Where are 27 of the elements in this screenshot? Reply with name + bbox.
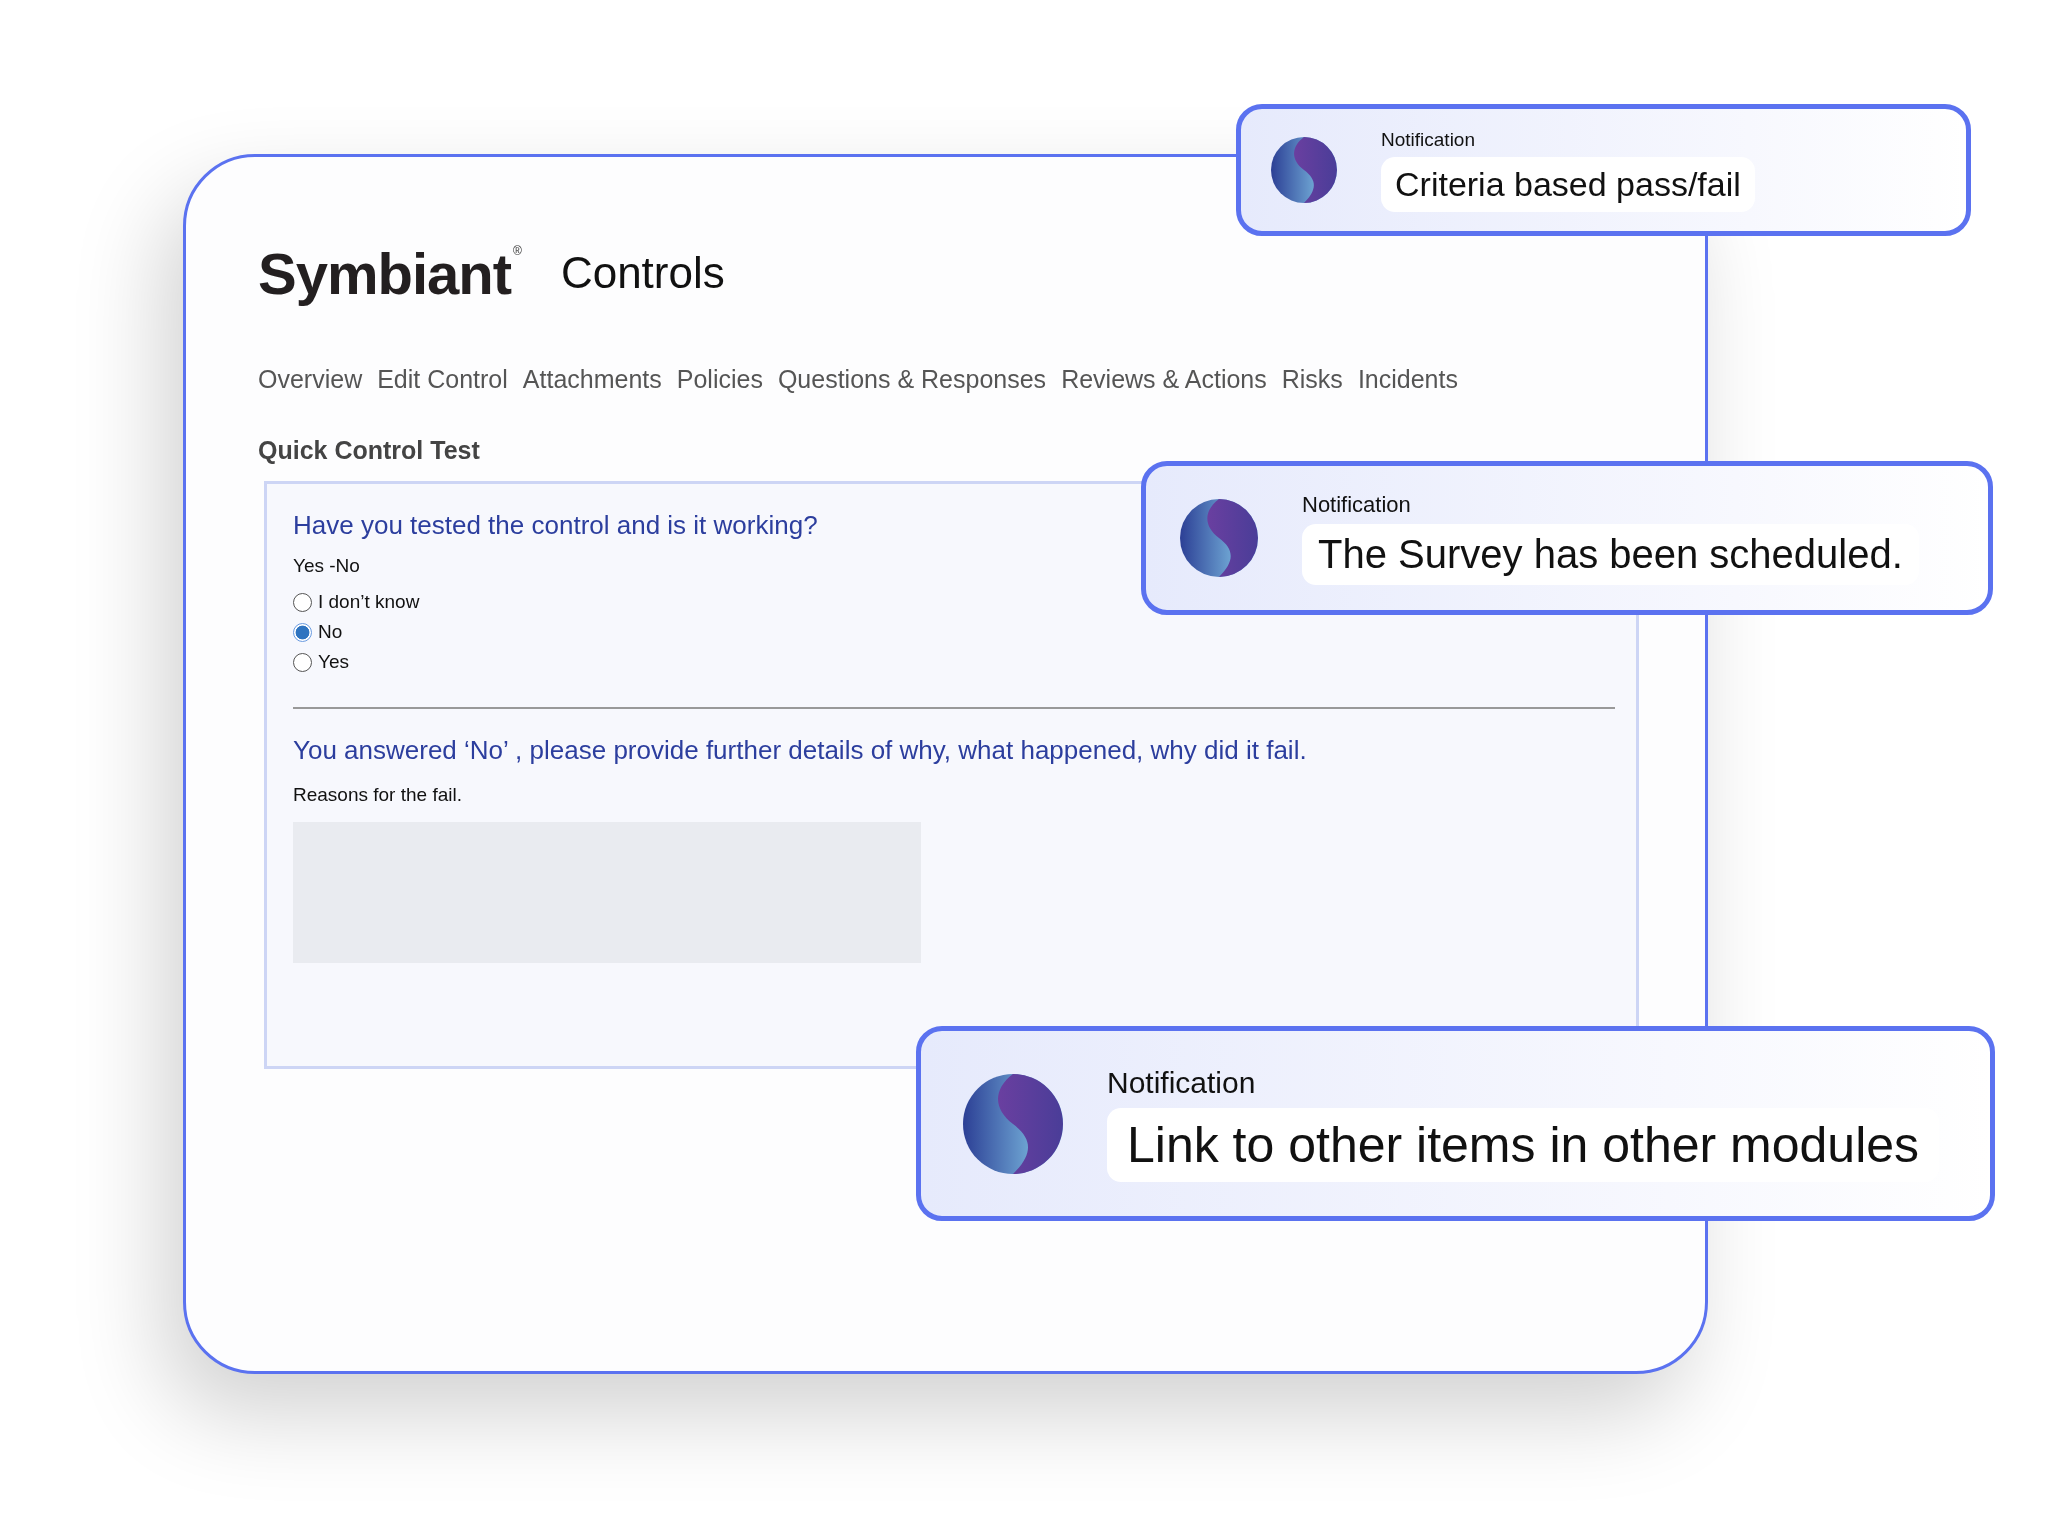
radio-button[interactable] (293, 592, 312, 612)
nav-tab[interactable]: Risks (1281, 365, 1343, 394)
nav-tab[interactable]: Overview (258, 365, 363, 394)
notification-label: Notification (1302, 491, 1412, 518)
nav-tab[interactable]: Policies (676, 365, 763, 394)
field-label: Reasons for the fail. (293, 784, 462, 806)
notification-label: Notification (1107, 1065, 1257, 1100)
question-type-label: Yes -No (293, 555, 360, 577)
radio-button[interactable] (293, 652, 312, 672)
nav-tab[interactable]: Reviews & Actions (1061, 365, 1267, 394)
section-title: Quick Control Test (258, 436, 481, 465)
option-label: No (318, 621, 343, 643)
sphere-logo-icon (1180, 499, 1258, 577)
page-title: Controls (560, 251, 725, 295)
notification-message: Criteria based pass/fail (1381, 156, 1755, 212)
nav-tab[interactable]: Attachments (522, 365, 662, 394)
radio-button[interactable] (293, 622, 312, 642)
followup-text: You answered ‘No’ , please provide further details of why, what happened, why did it fail. (293, 735, 1307, 766)
nav-tab[interactable]: Questions & Responses (777, 365, 1047, 394)
nav-tab[interactable]: Edit Control (377, 365, 508, 394)
sphere-logo-icon (1271, 137, 1337, 203)
sphere-logo-icon (963, 1073, 1063, 1174)
question-text: Have you tested the control and is it working? (293, 510, 818, 541)
nav-tab[interactable]: Incidents (1357, 365, 1458, 394)
notification-label: Notification (1381, 128, 1476, 151)
option-label: Yes (318, 651, 349, 673)
option-label: I don’t know (318, 591, 420, 613)
